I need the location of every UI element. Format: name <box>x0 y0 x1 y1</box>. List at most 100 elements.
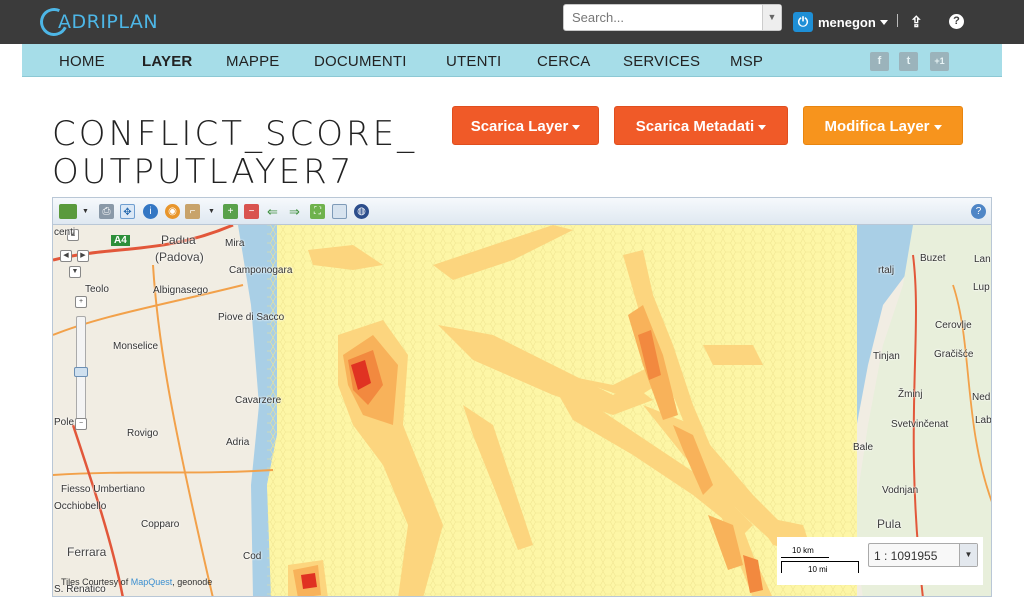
adriplan-logo[interactable]: ADRIPLAN <box>36 4 159 40</box>
nav-item-mappe[interactable]: MAPPE <box>226 53 280 70</box>
place-label-fiesso: Fiesso Umbertiano <box>61 484 145 495</box>
query-icon[interactable]: ◉ <box>165 204 180 219</box>
arrow-left-icon: ◀ <box>63 252 69 259</box>
nav-item-services[interactable]: SERVICES <box>623 53 700 70</box>
place-label-piove: Piove di Sacco <box>218 312 285 323</box>
place-label-camponogara: Camponogara <box>229 265 293 276</box>
place-label-mira: Mira <box>225 238 245 249</box>
edit-layer-button[interactable]: Modifica Layer <box>803 106 963 145</box>
zoom-in-icon[interactable]: + <box>223 204 238 219</box>
chevron-down-icon: ▼ <box>959 544 977 566</box>
arrow-down-icon: ▼ <box>71 268 79 275</box>
forward-icon[interactable]: ⇒ <box>287 204 302 219</box>
map-attribution: Tiles Courtesy of MapQuest, geonode <box>61 577 212 587</box>
page-title-line-1: CONFLICT_SCORE_ <box>52 114 418 154</box>
place-label-lupoglav: Lup <box>973 282 990 293</box>
nav-item-home[interactable]: HOME <box>59 53 105 70</box>
place-label-nedescina: Ned <box>972 392 991 403</box>
nav-item-layer[interactable]: LAYER <box>142 53 192 70</box>
download-metadata-button[interactable]: Scarica Metadati <box>614 106 788 145</box>
help-icon[interactable]: ? <box>971 204 986 219</box>
page-title-line-2: OUTPUTLAYER7 <box>52 152 355 192</box>
logo-mark-icon <box>36 4 72 40</box>
chevron-down-icon[interactable]: ▼ <box>78 204 93 219</box>
twitter-icon[interactable]: t <box>899 52 918 71</box>
place-label-zminj: Žminj <box>898 389 923 400</box>
facebook-icon[interactable]: f <box>870 52 889 71</box>
zoom-out-icon[interactable]: − <box>244 204 259 219</box>
power-icon: ⏻ <box>793 12 813 32</box>
arrow-right-icon: ▶ <box>80 252 86 259</box>
place-label-pula: Pula <box>877 517 902 531</box>
pan-left-button[interactable]: ◀ <box>60 250 72 262</box>
caret-down-icon <box>572 124 581 130</box>
place-label-occhiobello: Occhiobello <box>54 501 107 512</box>
place-label-adria: Adria <box>226 437 250 448</box>
place-label-buzet: Buzet <box>920 253 946 264</box>
motorway-shield: A4 <box>111 235 130 246</box>
caret-down-icon <box>933 124 942 130</box>
logo-text: ADRIPLAN <box>58 11 159 33</box>
place-label-tinjan: Tinjan <box>873 351 900 362</box>
print-icon[interactable]: ⎙ <box>99 204 114 219</box>
zoom-out-button[interactable]: − <box>75 418 87 430</box>
scale-ratio-value: 1 : 1091955 <box>874 549 938 563</box>
pan-icon[interactable]: ✥ <box>120 204 135 219</box>
minus-icon: − <box>78 420 84 427</box>
search-input[interactable] <box>564 5 759 30</box>
globe-icon[interactable]: ◍ <box>354 204 369 219</box>
search-dropdown-button[interactable]: ▼ <box>762 5 781 30</box>
map-canvas[interactable]: ▲ ◀ ▶ ▼ + − centi A4 Padua (Padova) Mira… <box>53 223 991 596</box>
place-label-bale: Bale <box>853 442 874 453</box>
map-viewer: ▼ ⎙ ✥ i ◉ ⌐ ▼ + − ⇐ ⇒ ⛶ ◍ ? ▲ ◀ ▶ ▼ + − … <box>52 197 992 597</box>
zoom-slider-handle[interactable] <box>74 367 88 377</box>
place-label: centi <box>54 227 76 238</box>
page-title: CONFLICT_SCORE_ OUTPUTLAYER7 <box>52 115 452 191</box>
scale-km-label: 10 km <box>792 546 814 555</box>
upload-icon[interactable]: ⇪ <box>910 13 923 31</box>
zoom-extent-icon[interactable]: ⛶ <box>310 204 325 219</box>
info-icon[interactable]: i <box>143 204 158 219</box>
place-label-polesella: Pole <box>54 417 75 428</box>
help-icon[interactable]: ? <box>949 14 964 29</box>
place-label-svetvincenat: Svetvinčenat <box>891 419 949 430</box>
download-layer-button[interactable]: Scarica Layer <box>452 106 599 145</box>
place-label-rtalj: rtalj <box>878 265 895 276</box>
scale-bar-km <box>781 557 829 558</box>
google-plus-icon[interactable]: +1 <box>930 52 949 71</box>
chevron-down-icon[interactable]: ▼ <box>204 204 219 219</box>
search-box: ▼ <box>563 4 782 31</box>
place-label-teolo: Teolo <box>85 284 109 295</box>
nav-item-utenti[interactable]: UTENTI <box>446 53 501 70</box>
pan-down-button[interactable]: ▼ <box>69 266 81 278</box>
nav-item-msp[interactable]: MSP <box>730 53 763 70</box>
nav-item-documenti[interactable]: DOCUMENTI <box>314 53 407 70</box>
scale-mi-label: 10 mi <box>808 565 828 574</box>
place-label-padua: Padua <box>161 233 196 247</box>
place-label-monselice: Monselice <box>113 341 159 352</box>
back-icon[interactable]: ⇐ <box>265 204 280 219</box>
pan-right-button[interactable]: ▶ <box>77 250 89 262</box>
grid-icon[interactable] <box>332 204 347 219</box>
scale-select[interactable]: 1 : 1091955 ▼ <box>868 543 978 567</box>
divider <box>897 14 898 27</box>
place-label-gracisce: Gračišće <box>934 349 974 360</box>
place-label-codigoro: Cod <box>243 551 262 562</box>
place-label-cavarzere: Cavarzere <box>235 395 282 406</box>
layers-menu-icon[interactable] <box>59 204 77 219</box>
zoom-in-button[interactable]: + <box>75 296 87 308</box>
download-metadata-label: Scarica Metadati <box>635 118 755 135</box>
attribution-mapquest-link[interactable]: MapQuest <box>131 577 173 587</box>
map-toolbar: ▼ ⎙ ✥ i ◉ ⌐ ▼ + − ⇐ ⇒ ⛶ ◍ ? <box>53 198 991 225</box>
scale-control: 10 km 10 mi 1 : 1091955 ▼ <box>777 537 983 585</box>
user-menu[interactable]: ⏻ menegon <box>793 12 888 32</box>
zoom-slider[interactable] <box>74 316 88 423</box>
nav-item-cerca[interactable]: CERCA <box>537 53 591 70</box>
download-layer-label: Scarica Layer <box>470 118 569 135</box>
measure-icon[interactable]: ⌐ <box>185 204 200 219</box>
attribution-prefix: Tiles Courtesy of <box>61 577 131 587</box>
user-name: menegon <box>818 14 876 30</box>
place-label-cerovlje: Cerovlje <box>935 320 972 331</box>
attribution-suffix: , geonode <box>172 577 213 587</box>
place-label-ferrara: Ferrara <box>67 545 107 559</box>
